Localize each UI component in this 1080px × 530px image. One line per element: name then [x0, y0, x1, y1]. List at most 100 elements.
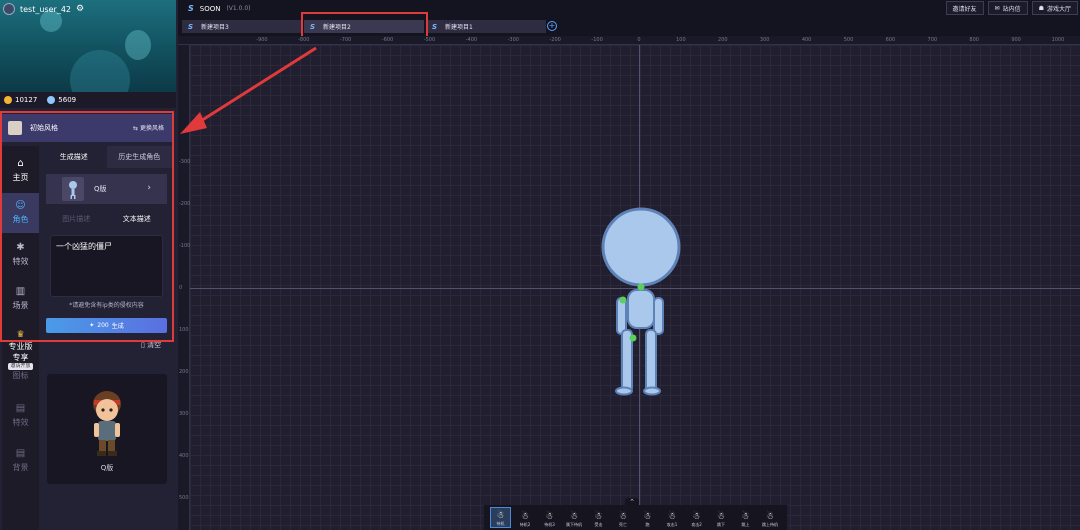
animation-action-label: 待机2 — [519, 522, 531, 527]
pose-icon: ☃ — [692, 512, 701, 522]
animation-action-button[interactable]: ☃ 攻击1 — [662, 507, 683, 528]
top-actions: 邀请好友 ✉ 站内信 ☗ 游戏大厅 — [945, 1, 1078, 15]
gear-icon[interactable]: ⚙ — [76, 4, 84, 14]
skeleton-right-arm[interactable] — [653, 297, 664, 335]
skeleton-left-arm[interactable] — [616, 297, 627, 335]
ruler-x-tick: 200 — [718, 37, 728, 43]
animation-action-button[interactable]: ☃ 跑 — [637, 507, 658, 528]
tab-project-1[interactable]: S 新建项目1 — [426, 20, 546, 33]
animation-action-label: 死亡 — [619, 522, 627, 527]
game-lobby-label: 游戏大厅 — [1046, 5, 1071, 13]
skeleton-right-foot[interactable] — [643, 386, 661, 396]
ruler-x-tick: 800 — [969, 37, 979, 43]
gold-amount: 10127 — [15, 96, 38, 104]
pose-icon: ☃ — [594, 512, 603, 522]
ruler-y-tick: 0 — [179, 285, 183, 291]
inbox-button[interactable]: ✉ 站内信 — [987, 1, 1028, 15]
ruler-x-tick: 600 — [885, 37, 896, 43]
ruler-x-tick: -500 — [423, 37, 436, 43]
animation-action-button[interactable]: ☃ 跳下 — [711, 507, 732, 528]
shoulder-joint[interactable] — [619, 296, 627, 304]
app-logo-icon: S — [188, 4, 194, 13]
pro-title: 专业版 — [8, 342, 33, 351]
nav-background-locked[interactable]: ▤ 背景 — [2, 441, 39, 481]
ruler-y-tick: -100 — [179, 243, 191, 249]
user-info[interactable]: test_user_42 ⚙ — [3, 2, 84, 16]
app-title: SOON — [199, 4, 221, 13]
coin-icon — [4, 96, 12, 104]
animation-action-label: 跳上 — [741, 522, 750, 527]
pose-icon: ☃ — [741, 512, 750, 522]
avatar[interactable] — [3, 3, 15, 15]
horizontal-ruler: -900 -800 -700 -600 -500 -400 -300 -200 -100 0 100… — [178, 36, 1080, 45]
ruler-x-tick: 100 — [676, 37, 686, 43]
currency-bar: 10127 5609 — [0, 92, 176, 108]
generated-character-label: Q版 — [100, 464, 114, 472]
nav-background-locked-label: 背景 — [12, 463, 29, 472]
nav-effects-locked-label: 特效 — [12, 418, 29, 427]
character-preview-image — [93, 391, 121, 456]
ruler-y-tick: 300 — [179, 411, 189, 417]
pose-icon: ☃ — [496, 511, 505, 521]
ruler-x-tick: 400 — [801, 37, 812, 43]
hip-joint[interactable] — [629, 334, 637, 342]
ruler-y-tick: 100 — [179, 327, 189, 333]
skeleton-head[interactable] — [601, 207, 681, 287]
ruler-y-tick: 200 — [179, 369, 189, 375]
nav-effects-locked[interactable]: ▤ 特效 — [2, 396, 39, 436]
animation-action-label: 跑 — [645, 522, 650, 527]
ruler-y-tick: -200 — [179, 201, 191, 207]
animation-action-button[interactable]: ☃ 跳上待机 — [760, 507, 781, 528]
animation-action-button[interactable]: ☃ 待机3 — [539, 507, 560, 528]
ruler-x-tick: 500 — [843, 37, 854, 43]
skeleton-left-foot[interactable] — [615, 386, 633, 396]
tab-project-3[interactable]: S 新建项目3 — [182, 20, 302, 33]
character-skeleton[interactable] — [590, 200, 700, 400]
neck-joint[interactable] — [637, 283, 645, 291]
tab-project-1-label: 新建项目1 — [445, 24, 473, 31]
invite-friends-button[interactable]: 邀请好友 — [945, 1, 984, 15]
ruler-y-tick: 500 — [179, 495, 189, 501]
ruler-x-tick: -800 — [298, 37, 310, 43]
skeleton-torso[interactable] — [627, 289, 655, 329]
animation-action-button[interactable]: ☃ 受击 — [588, 507, 609, 528]
pose-icon: ☃ — [545, 512, 554, 522]
ruler-x-tick: -600 — [381, 37, 394, 43]
ruler-x-tick: -700 — [340, 37, 352, 43]
animation-bar: ☃ 待机 ☃ 待机2 ☃ 待机3 ☃ 属下待机 ☃ 受击 ☃ 死亡 ☃ 跑 ☃ 攻击1 ☃ 攻击2 ☃ 跳下 ☃ 跳上 ☃ 跳… — [484, 505, 787, 530]
pose-icon: ☃ — [618, 512, 628, 522]
animation-action-button[interactable]: ☃ 属下待机 — [564, 507, 585, 528]
animation-action-button[interactable]: ☃ 待机2 — [515, 507, 536, 528]
pro-badge: 邀请开放 — [8, 363, 33, 370]
animation-action-button[interactable]: ☃ 死亡 — [613, 507, 634, 528]
animation-action-label: 跳上待机 — [762, 522, 778, 527]
game-lobby-button[interactable]: ☗ 游戏大厅 — [1031, 1, 1078, 15]
clear-label: 清空 — [147, 341, 162, 349]
gem-icon — [47, 96, 56, 104]
animation-action-button[interactable]: ☃ 跳上 — [735, 507, 756, 528]
ruler-x-tick: 0 — [637, 37, 641, 43]
ruler-x-tick: -900 — [256, 37, 268, 43]
inbox-label: 站内信 — [1002, 5, 1021, 13]
gem-balance: 5609 — [47, 96, 76, 104]
ruler-x-tick: 300 — [759, 37, 770, 43]
gem-amount: 5609 — [58, 96, 77, 104]
ruler-y-tick: -300 — [179, 159, 191, 165]
left-panel: test_user_42 ⚙ 10127 5609 初始风格 ⇆ 更换风格 ⌂ … — [0, 0, 178, 530]
project-icon: S — [188, 22, 194, 31]
ruler-y-tick: 400 — [179, 453, 189, 459]
add-tab-button[interactable]: + — [547, 21, 557, 31]
mail-icon: ✉ — [994, 4, 1000, 12]
animation-action-label: 跳下 — [717, 522, 725, 527]
username: test_user_42 — [20, 4, 71, 14]
skeleton-right-leg[interactable] — [645, 329, 657, 393]
invite-friends-label: 邀请好友 — [952, 5, 977, 13]
animation-action-label: 攻击2 — [691, 522, 702, 527]
profile-banner: test_user_42 ⚙ — [0, 0, 176, 92]
pro-icon-label: 图标 — [12, 371, 29, 380]
animation-action-label: 待机 — [496, 521, 505, 526]
animation-action-button[interactable]: ☃ 攻击2 — [686, 507, 707, 528]
app-root: test_user_42 ⚙ 10127 5609 初始风格 ⇆ 更换风格 ⌂ … — [0, 0, 1080, 530]
pose-icon: ☃ — [667, 512, 677, 522]
animation-action-button[interactable]: ☃ 待机 — [490, 507, 511, 528]
